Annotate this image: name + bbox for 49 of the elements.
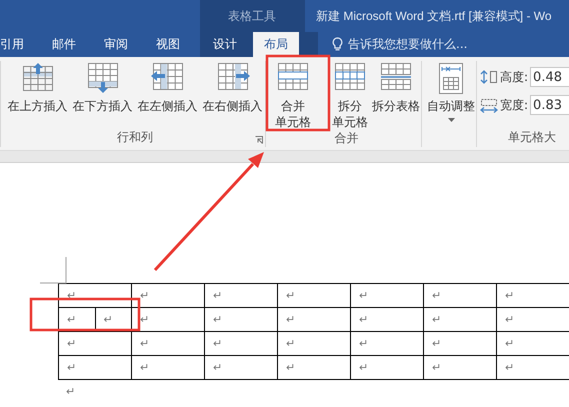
- table-cell: ↵: [204, 356, 278, 380]
- table-cell: ↵: [496, 284, 569, 308]
- ribbon-button[interactable]: 自动调整: [426, 61, 476, 127]
- table-cell: ↵: [278, 284, 350, 308]
- table-cell: ↵: [350, 284, 424, 308]
- table-cell: ↵: [132, 356, 204, 380]
- table-cell: ↵: [424, 332, 496, 356]
- group-label: 合并: [334, 130, 358, 147]
- table-cell: ↵: [278, 308, 350, 332]
- table-cell: ↵: [58, 332, 132, 356]
- table-cell: ↵: [95, 308, 132, 332]
- table-cell: ↵: [350, 356, 424, 380]
- table-cell: ↵: [424, 284, 496, 308]
- ribbon-tab[interactable]: 邮件: [52, 32, 76, 57]
- table-cell: ↵: [424, 356, 496, 380]
- table-cell: ↵: [204, 332, 278, 356]
- ribbon-button[interactable]: 在下方插入: [70, 61, 135, 127]
- ribbon-tab[interactable]: 视图: [156, 32, 180, 57]
- ribbon-tab[interactable]: 引用: [0, 32, 24, 57]
- field-label: 高度:: [500, 68, 528, 86]
- tell-me-search-field[interactable]: 告诉我您想要做什么...: [348, 36, 468, 53]
- table-cell: ↵: [58, 308, 95, 332]
- table-cell: ↵: [132, 308, 204, 332]
- input-field[interactable]: 0.83: [530, 95, 569, 115]
- input-field[interactable]: 0.48: [530, 67, 569, 87]
- ribbon-button[interactable]: 在右侧插入: [200, 61, 265, 127]
- group-label: 单元格大: [508, 128, 556, 146]
- ribbon-button[interactable]: 拆分表格: [371, 61, 421, 130]
- ribbon-button[interactable]: 合并单元格: [272, 61, 314, 130]
- table-cell: ↵: [132, 284, 204, 308]
- window-title: 新建 Microsoft Word 文档.rtf [兼容模式] - Wo: [316, 8, 552, 24]
- table-cell: ↵: [58, 356, 132, 380]
- group-label: 行和列: [117, 128, 153, 146]
- ribbon-button[interactable]: 在左侧插入: [135, 61, 200, 127]
- table-cell: ↵: [278, 356, 350, 380]
- table-cell: ↵: [278, 332, 350, 356]
- ribbon-button[interactable]: 拆分单元格: [331, 61, 369, 130]
- ribbon-tab[interactable]: 审阅: [104, 32, 128, 57]
- ribbon-tab[interactable]: 布局: [253, 32, 299, 57]
- field-label: 宽度:: [500, 96, 528, 114]
- table-cell: ↵: [424, 308, 496, 332]
- ribbon-button[interactable]: 在上方插入: [5, 61, 70, 127]
- table-cell: ↵: [350, 332, 424, 356]
- table-cell: ↵: [204, 284, 278, 308]
- paragraph-mark: ↵: [65, 385, 76, 398]
- contextual-tab-label: 表格工具: [228, 8, 276, 24]
- table-cell: ↵: [204, 308, 278, 332]
- table-cell: ↵: [350, 308, 424, 332]
- table-cell: ↵: [132, 332, 204, 356]
